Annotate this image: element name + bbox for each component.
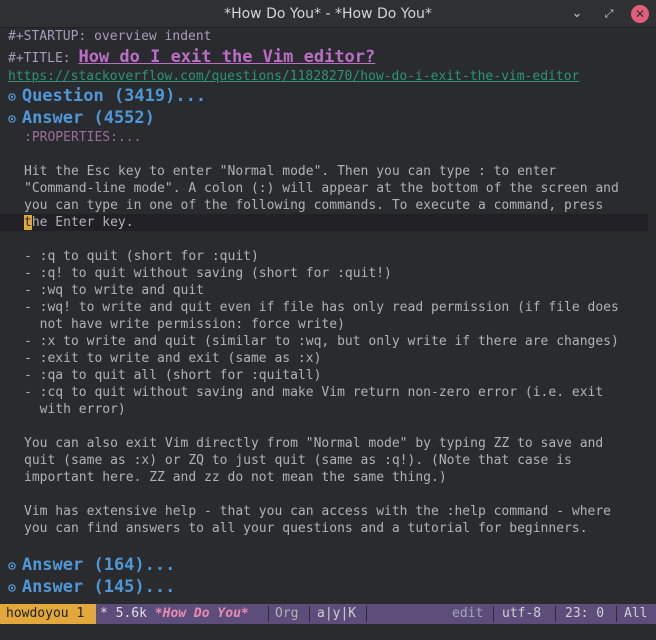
para1-line: you can type in one of the following com… bbox=[24, 198, 604, 213]
separator bbox=[268, 606, 269, 622]
heading-answer-collapsed[interactable]: ⊙ Answer (145)... bbox=[8, 576, 175, 600]
window-title: *How Do You* - *How Do You* bbox=[224, 6, 432, 22]
question-link[interactable]: https://stackoverflow.com/questions/1182… bbox=[8, 68, 579, 85]
modified-marker: * 5.6k bbox=[100, 606, 155, 621]
properties-drawer[interactable]: :PROPERTIES:... bbox=[24, 129, 141, 146]
heading-label: Answer (164)... bbox=[21, 555, 176, 575]
edit-state: edit bbox=[452, 606, 484, 621]
separator bbox=[493, 606, 494, 622]
buffer-name: *How Do You* bbox=[154, 606, 249, 621]
startup-keyword: #+STARTUP: bbox=[8, 29, 87, 44]
startup-value: overview indent bbox=[86, 29, 212, 44]
maximize-icon[interactable]: ⤢ bbox=[600, 5, 618, 23]
scroll-position: All bbox=[624, 606, 648, 621]
list-item: - :wq! to write and quit even if file ha… bbox=[24, 300, 619, 315]
close-icon[interactable]: ✕ bbox=[631, 5, 649, 23]
title-line: #+TITLE: How do I exit the Vim editor? bbox=[8, 46, 375, 70]
heading-question[interactable]: ⊙ Question (3419)... bbox=[8, 85, 206, 109]
bullet-icon: ⊙ bbox=[8, 581, 16, 596]
para1-line: "Command-line mode". A colon (:) will ap… bbox=[24, 181, 619, 196]
startup-line: #+STARTUP: overview indent bbox=[8, 28, 212, 45]
separator bbox=[309, 606, 310, 622]
echo-area[interactable] bbox=[0, 624, 656, 640]
heading-label: Answer (4552) bbox=[21, 108, 155, 128]
org-buffer[interactable]: #+STARTUP: overview indent #+TITLE: How … bbox=[0, 28, 656, 604]
major-mode[interactable]: Org bbox=[275, 604, 298, 624]
bullet-icon: ⊙ bbox=[8, 112, 16, 127]
para2-line: quit (same as :x) or ZQ to just quit (sa… bbox=[24, 453, 572, 468]
para1-rest: he Enter key. bbox=[31, 215, 134, 230]
list-item: - :wq to write and quit bbox=[24, 283, 205, 298]
list-item: - :qa to quit all (short for :quitall) bbox=[24, 368, 322, 383]
para1-line: Hit the Esc key to enter "Normal mode". … bbox=[24, 164, 557, 179]
list-item: not have write permission: force write) bbox=[24, 317, 345, 332]
heading-label: Question (3419)... bbox=[21, 86, 207, 106]
list-item: - :q! to quit without saving (short for … bbox=[24, 266, 392, 281]
buffer-info: * 5.6k *How Do You* bbox=[100, 604, 249, 624]
text-cursor: t bbox=[24, 215, 32, 230]
para2-line: You can also exit Vim directly from "Nor… bbox=[24, 436, 604, 451]
window-titlebar: *How Do You* - *How Do You* ⌄ ⤢ ✕ bbox=[0, 0, 656, 28]
list-item: - :exit to write and exit (same as :x) bbox=[24, 351, 322, 366]
separator bbox=[616, 606, 617, 622]
separator bbox=[366, 606, 367, 622]
encoding[interactable]: utf-8 bbox=[502, 604, 541, 624]
heading-label: Answer (145)... bbox=[21, 577, 176, 597]
para2-line: important here. ZZ and zz do not mean th… bbox=[24, 470, 447, 485]
modeline: howdoyou 1 * 5.6k *How Do You* Org a|y|K… bbox=[0, 604, 656, 624]
para3-line: Vim has extensive help - that you can ac… bbox=[24, 504, 611, 519]
list-item: with error) bbox=[24, 402, 126, 417]
list-item: - :q to quit (short for :quit) bbox=[24, 249, 259, 264]
list-item: - :x to write and quit (similar to :wq, … bbox=[24, 334, 619, 349]
separator bbox=[555, 606, 556, 622]
bullet-icon: ⊙ bbox=[8, 559, 16, 574]
minimize-icon[interactable]: ⌄ bbox=[568, 5, 586, 23]
document-title: How do I exit the Vim editor? bbox=[78, 47, 376, 67]
minor-modes[interactable]: a|y|K bbox=[317, 604, 356, 624]
para1-line-cursor: the Enter key. bbox=[24, 214, 134, 231]
heading-answer-collapsed[interactable]: ⊙ Answer (164)... bbox=[8, 554, 175, 578]
workspace-indicator[interactable]: howdoyou 1 bbox=[0, 604, 96, 624]
heading-answer-open[interactable]: ⊙ Answer (4552) bbox=[8, 107, 155, 131]
list-item: - :cq to quit without saving and make Vi… bbox=[24, 385, 604, 400]
bullet-icon: ⊙ bbox=[8, 90, 16, 105]
para3-line: you can find answers to all your questio… bbox=[24, 521, 588, 536]
title-keyword: #+TITLE: bbox=[8, 51, 71, 66]
cursor-position: 23: 0 bbox=[565, 606, 605, 621]
